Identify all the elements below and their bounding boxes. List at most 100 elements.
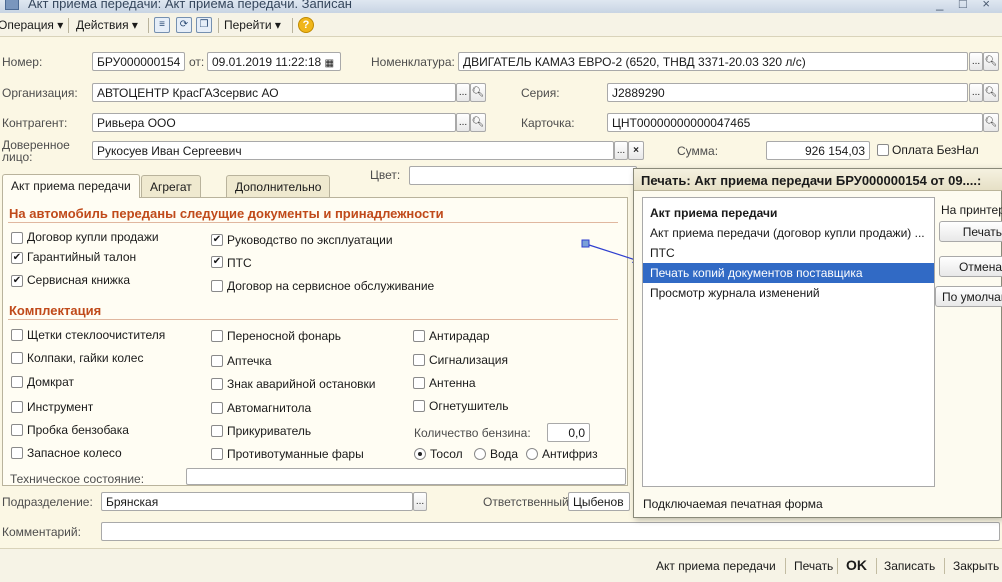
- list-item[interactable]: ПТС: [643, 243, 934, 263]
- checkbox[interactable]: ✔: [211, 256, 223, 268]
- operation-menu[interactable]: Операция ▾: [0, 18, 63, 32]
- cashless-label: Оплата БезНал: [892, 143, 979, 157]
- checkbox[interactable]: [211, 448, 223, 460]
- checkbox[interactable]: [11, 401, 23, 413]
- clear-icon[interactable]: ×: [628, 141, 644, 160]
- checkbox[interactable]: [211, 425, 223, 437]
- actions-menu[interactable]: Действия ▾: [76, 18, 138, 32]
- checkbox[interactable]: [11, 352, 23, 364]
- cancel-button[interactable]: Отмена: [939, 256, 1002, 277]
- checkbox[interactable]: [211, 378, 223, 390]
- org-field[interactable]: АВТОЦЕНТР КрасГАЗсервис АО: [92, 83, 456, 102]
- tech-state-label: Техническое состояние:: [10, 472, 145, 486]
- window-controls[interactable]: _ □ ×: [936, 0, 996, 11]
- card-label: Карточка:: [521, 116, 575, 130]
- checkbox[interactable]: [11, 232, 23, 244]
- checkbox[interactable]: [413, 377, 425, 389]
- select-button[interactable]: ...: [614, 141, 628, 160]
- checkbox-label: Огнетушитель: [429, 399, 509, 413]
- ok-button[interactable]: OK: [846, 557, 867, 573]
- checkbox-label: Договор купли продажи: [27, 230, 159, 244]
- checkbox[interactable]: [211, 330, 223, 342]
- list-item[interactable]: Просмотр журнала изменений: [643, 283, 934, 303]
- tab-additional[interactable]: Дополнительно: [226, 175, 331, 197]
- checkbox[interactable]: [11, 447, 23, 459]
- checkbox[interactable]: [413, 354, 425, 366]
- refresh-icon[interactable]: ⟳: [176, 17, 192, 33]
- tab-act[interactable]: Акт приема передачи: [2, 174, 140, 198]
- print-dialog-title: Печать: Акт приема передачи БРУ000000154…: [634, 169, 1002, 191]
- checkbox[interactable]: [11, 329, 23, 341]
- select-button[interactable]: ...: [969, 52, 983, 71]
- checkbox[interactable]: [211, 355, 223, 367]
- checkbox-label: Щетки стеклоочистителя: [27, 328, 166, 342]
- number-label: Номер:: [2, 55, 43, 69]
- calendar-icon[interactable]: ▦: [325, 58, 334, 69]
- contractor-label: Контрагент:: [2, 116, 68, 130]
- checkbox[interactable]: ✔: [211, 234, 223, 246]
- print-dialog-footer: Подключаемая печатная форма: [643, 497, 823, 511]
- comment-field[interactable]: [101, 522, 1000, 541]
- checkbox[interactable]: [11, 424, 23, 436]
- goto-menu[interactable]: Перейти ▾: [224, 18, 281, 32]
- checkbox[interactable]: ✔: [11, 275, 23, 287]
- select-button[interactable]: ...: [456, 83, 470, 102]
- checkbox-label: Антирадар: [429, 329, 490, 343]
- checkbox[interactable]: ✔: [11, 252, 23, 264]
- tab-aggregate[interactable]: Агрегат: [141, 175, 201, 197]
- select-button[interactable]: ...: [413, 492, 427, 511]
- tech-state-field[interactable]: [186, 468, 626, 485]
- checkbox-label: Знак аварийной остановки: [227, 377, 376, 391]
- radio-antifreeze-tosol[interactable]: [414, 448, 426, 460]
- fuel-label: Количество бензина:: [414, 426, 531, 440]
- radio-label: Вода: [490, 447, 519, 461]
- color-field[interactable]: [409, 166, 637, 185]
- contractor-field[interactable]: Ривьера ООО: [92, 113, 456, 132]
- print-link[interactable]: Печать: [794, 559, 833, 573]
- number-field[interactable]: БРУ000000154: [92, 52, 185, 71]
- card-field[interactable]: ЦНТ00000000000047465: [607, 113, 983, 132]
- checkbox[interactable]: [413, 330, 425, 342]
- open-icon[interactable]: 🔍︎: [983, 83, 999, 102]
- checkbox[interactable]: [211, 402, 223, 414]
- list-item[interactable]: Акт приема передачи (договор купли прода…: [643, 223, 934, 243]
- checkbox[interactable]: [11, 376, 23, 388]
- from-label: от:: [189, 55, 205, 69]
- checkbox[interactable]: [413, 400, 425, 412]
- select-button[interactable]: ...: [969, 83, 983, 102]
- sum-field[interactable]: 926 154,03: [766, 141, 870, 160]
- printer-label: На принтер: [941, 203, 1002, 217]
- nomenclature-field[interactable]: ДВИГАТЕЛЬ КАМАЗ ЕВРО-2 (6520, ТНВД 3371-…: [458, 52, 968, 71]
- trusted-field[interactable]: Рукосуев Иван Сергеевич: [92, 141, 614, 160]
- copy-icon[interactable]: ❐: [196, 17, 212, 33]
- toolbar: Операция ▾ Действия ▾ ≡ ⟳ ❐ Перейти ▾ ?: [0, 13, 1002, 37]
- save-button[interactable]: Записать: [884, 559, 935, 573]
- list-icon[interactable]: ≡: [154, 17, 170, 33]
- cashless-checkbox[interactable]: [877, 144, 889, 156]
- close-button[interactable]: Закрыть: [953, 559, 999, 573]
- radio-water[interactable]: [474, 448, 486, 460]
- print-button[interactable]: Печать: [939, 221, 1002, 242]
- radio-label: Антифриз: [542, 447, 598, 461]
- open-icon[interactable]: 🔍︎: [983, 52, 999, 71]
- print-dialog: Печать: Акт приема передачи БРУ000000154…: [633, 168, 1002, 518]
- open-icon[interactable]: 🔍︎: [470, 113, 486, 132]
- open-icon[interactable]: 🔍︎: [983, 113, 999, 132]
- nomenclature-label: Номенклатура:: [371, 55, 455, 69]
- select-button[interactable]: ...: [456, 113, 470, 132]
- division-field[interactable]: Брянская: [101, 492, 413, 511]
- open-icon[interactable]: 🔍︎: [470, 83, 486, 102]
- act-print-link[interactable]: Акт приема передачи: [656, 559, 776, 573]
- list-item[interactable]: Акт приема передачи: [643, 203, 934, 223]
- print-form-list[interactable]: Акт приема передачи Акт приема передачи …: [642, 197, 935, 487]
- checkbox-label: Автомагнитола: [227, 401, 312, 415]
- radio-antifreeze[interactable]: [526, 448, 538, 460]
- help-icon[interactable]: ?: [298, 17, 314, 33]
- responsible-field[interactable]: Цыбенов: [568, 492, 630, 511]
- fuel-field[interactable]: 0,0: [547, 423, 590, 442]
- list-item-selected[interactable]: Печать копий документов поставщика: [643, 263, 934, 283]
- checkbox[interactable]: [211, 280, 223, 292]
- default-button[interactable]: По умолчанию: [935, 286, 1002, 307]
- series-field[interactable]: J2889290: [607, 83, 968, 102]
- date-field[interactable]: 09.01.2019 11:22:18 ▦: [207, 52, 341, 71]
